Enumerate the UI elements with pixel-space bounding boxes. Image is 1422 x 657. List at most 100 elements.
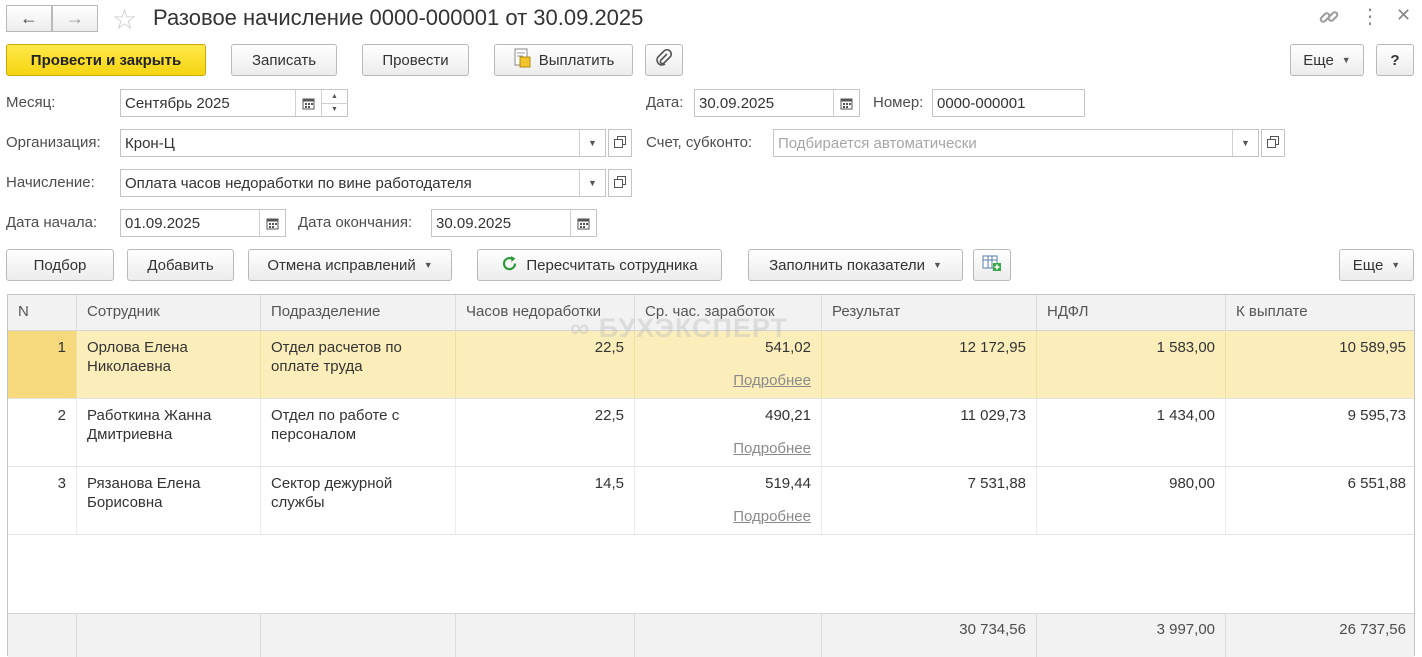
account-label: Счет, субконто: [646,134,753,151]
result-cell[interactable]: 12 172,95 [822,331,1037,398]
dropdown-arrow-icon: ▼ [423,260,433,270]
pay-label: Выплатить [538,51,615,69]
employee-cell[interactable]: Работкина Жанна Дмитриевна [77,399,261,466]
attach-button[interactable] [645,44,683,76]
recalc-employee-label: Пересчитать сотрудника [526,256,698,274]
result-cell[interactable]: 11 029,73 [822,399,1037,466]
date-label: Дата: [646,94,684,111]
employee-cell[interactable]: Рязанова Елена Борисовна [77,467,261,534]
dropdown-arrow-icon[interactable]: ▼ [1232,130,1258,156]
employee-cell[interactable]: Орлова Елена Николаевна [77,331,261,398]
to-pay-cell[interactable]: 10 589,95 [1226,331,1416,398]
details-link[interactable]: Подробнее [733,439,811,458]
result-cell[interactable]: 7 531,88 [822,467,1037,534]
accruals-table[interactable]: N Сотрудник Подразделение Часов недорабо… [7,294,1416,657]
total-ndfl: 3 997,00 [1037,614,1226,657]
dropdown-arrow-icon[interactable]: ▼ [579,130,605,156]
table-row[interactable]: 2 Работкина Жанна Дмитриевна Отдел по ра… [8,399,1414,467]
fill-indicators-button[interactable]: Заполнить показатели ▼ [748,249,963,281]
ndfl-cell[interactable]: 980,00 [1037,467,1226,534]
column-header-n[interactable]: N [8,295,77,331]
watermark-logo-icon: ∞ [570,313,591,343]
ndfl-cell[interactable]: 1 434,00 [1037,399,1226,466]
recalc-employee-button[interactable]: Пересчитать сотрудника [477,249,722,281]
column-header-employee[interactable]: Сотрудник [77,295,261,331]
open-window-icon [614,175,626,192]
start-date-label: Дата начала: [6,214,98,231]
date-field[interactable]: 30.09.2025 [694,89,860,117]
month-spinner[interactable]: ▲ ▼ [321,90,347,116]
open-organization-button[interactable] [608,129,632,157]
row-number: 3 [8,467,77,534]
arrow-left-icon: ← [20,8,38,28]
department-cell[interactable]: Сектор дежурной службы [261,467,456,534]
forward-button[interactable]: → [52,5,98,32]
table-more-button[interactable]: Еще ▼ [1339,249,1414,281]
post-button[interactable]: Провести [362,44,469,76]
close-icon[interactable]: ✕ [1396,5,1411,26]
calendar-icon[interactable] [295,90,321,116]
pick-button[interactable]: Подбор [6,249,114,281]
number-field[interactable]: 0000-000001 [932,89,1085,117]
table-footer-totals: 30 734,56 3 997,00 26 737,56 [8,613,1414,657]
organization-field[interactable]: Крон-Ц ▼ [120,129,606,157]
organization-value: Крон-Ц [125,134,175,152]
link-icon[interactable] [1318,6,1340,32]
end-date-field[interactable]: 30.09.2025 [431,209,597,237]
to-pay-cell[interactable]: 6 551,88 [1226,467,1416,534]
dropdown-arrow-icon[interactable]: ▼ [579,170,605,196]
hours-cell[interactable]: 14,5 [456,467,635,534]
avg-earnings-cell[interactable]: 519,44 Подробнее [635,467,822,534]
to-pay-cell[interactable]: 9 595,73 [1226,399,1416,466]
menu-dots-icon[interactable]: ⋮ [1360,4,1380,29]
hours-cell[interactable]: 22,5 [456,399,635,466]
details-link[interactable]: Подробнее [733,507,811,526]
accrual-label: Начисление: [6,174,95,191]
arrow-right-icon: → [66,8,84,28]
column-header-department[interactable]: Подразделение [261,295,456,331]
department-cell[interactable]: Отдел по работе с персоналом [261,399,456,466]
account-placeholder: Подбирается автоматически [778,134,977,152]
ndfl-cell[interactable]: 1 583,00 [1037,331,1226,398]
calendar-icon[interactable] [833,90,859,116]
start-date-field[interactable]: 01.09.2025 [120,209,286,237]
table-row[interactable]: 3 Рязанова Елена Борисовна Сектор дежурн… [8,467,1414,535]
open-account-button[interactable] [1261,129,1285,157]
total-to-pay: 26 737,56 [1339,621,1406,638]
column-header-to-pay[interactable]: К выплате [1226,295,1416,331]
end-date-value: 30.09.2025 [436,214,512,232]
pay-button[interactable]: Выплатить [494,44,633,76]
calendar-icon[interactable] [570,210,596,236]
help-button[interactable]: ? [1376,44,1414,76]
account-field[interactable]: Подбирается автоматически ▼ [773,129,1259,157]
avg-earnings-cell[interactable]: 490,21 Подробнее [635,399,822,466]
avg-earnings-value: 490,21 [765,407,811,424]
add-label: Добавить [147,256,214,274]
department-cell[interactable]: Отдел расчетов по оплате труда [261,331,456,398]
spin-down-icon[interactable]: ▼ [322,104,347,117]
details-link[interactable]: Подробнее [733,371,811,390]
column-header-ndfl[interactable]: НДФЛ [1037,295,1226,331]
month-value: Сентябрь 2025 [125,94,230,112]
month-field[interactable]: Сентябрь 2025 ▲ ▼ [120,89,348,117]
save-button[interactable]: Записать [231,44,337,76]
add-button[interactable]: Добавить [127,249,234,281]
open-accrual-button[interactable] [608,169,632,197]
post-and-close-button[interactable]: Провести и закрыть [6,44,206,76]
save-label: Записать [251,51,317,69]
date-value: 30.09.2025 [699,94,775,112]
start-date-value: 01.09.2025 [125,214,201,232]
footer-cell [77,614,261,657]
spin-up-icon[interactable]: ▲ [322,90,347,104]
more-button[interactable]: Еще ▼ [1290,44,1364,76]
calendar-icon[interactable] [259,210,285,236]
dropdown-arrow-icon: ▼ [932,260,942,270]
cancel-corrections-button[interactable]: Отмена исправлений ▼ [248,249,452,281]
back-button[interactable]: ← [6,5,52,32]
accrual-field[interactable]: Оплата часов недоработки по вине работод… [120,169,606,197]
add-indicator-column-button[interactable] [973,249,1011,281]
number-value: 0000-000001 [937,94,1026,112]
organization-label: Организация: [6,134,101,151]
favorite-star-icon[interactable]: ☆ [112,3,137,36]
column-header-result[interactable]: Результат [822,295,1037,331]
